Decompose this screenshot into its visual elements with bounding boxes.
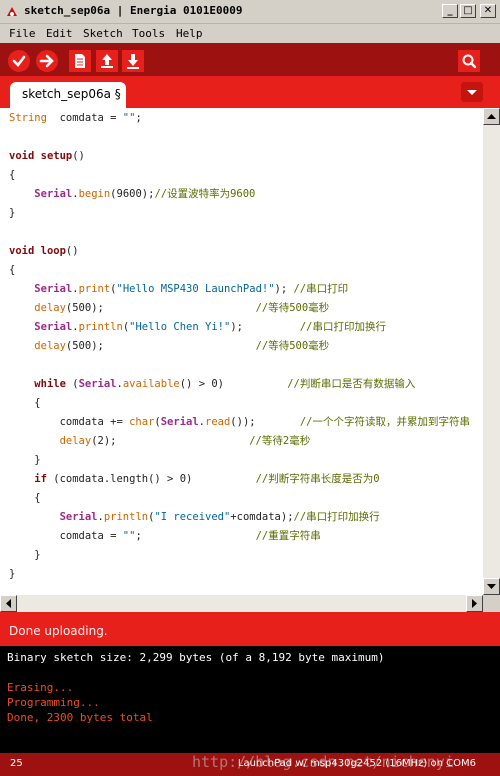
serial-monitor-button[interactable] xyxy=(458,50,480,72)
code-line: Serial.print("Hello MSP430 LaunchPad!");… xyxy=(34,283,349,295)
arrow-up-icon xyxy=(487,114,496,119)
code-line: comdata += char(Serial.read()); //一个个字符读… xyxy=(9,416,470,428)
vertical-scrollbar[interactable] xyxy=(483,108,500,595)
code-line: } xyxy=(9,207,16,219)
minimize-button[interactable]: _ xyxy=(442,4,458,18)
horizontal-scrollbar[interactable] xyxy=(0,595,483,612)
status-message: Done uploading. xyxy=(9,624,108,638)
code-line: while (Serial.available() > 0) //判断串口是否有… xyxy=(34,378,416,390)
line-number: 25 xyxy=(10,758,23,769)
save-icon xyxy=(127,54,139,69)
minimize-icon: _ xyxy=(447,5,453,16)
code-line: void setup() xyxy=(9,150,85,162)
scroll-right-button[interactable] xyxy=(466,595,483,612)
code-line: void loop() xyxy=(9,245,79,257)
code-line: Serial.println("I received"+comdata);//串… xyxy=(59,511,380,523)
title-bar: sketch_sep06a | Energia 0101E0009 _ □ ✕ xyxy=(0,0,500,24)
scroll-left-button[interactable] xyxy=(0,595,17,612)
code-line: Serial.println("Hello Chen Yi!"); //串口打印… xyxy=(34,321,387,333)
code-line: delay(500); //等待500毫秒 xyxy=(34,340,330,352)
close-icon: ✕ xyxy=(483,5,493,16)
code-editor[interactable]: String comdata = ""; void setup() { Serial… xyxy=(0,108,483,595)
open-icon xyxy=(101,54,113,68)
maximize-button[interactable]: □ xyxy=(460,4,476,18)
console-line: Programming... xyxy=(7,696,100,709)
menu-bar: File Edit Sketch Tools Help xyxy=(0,24,500,43)
menu-sketch[interactable]: Sketch xyxy=(83,27,123,40)
console-line: Binary sketch size: 2,299 bytes (of a 8,… xyxy=(7,651,385,664)
code-line: delay(2); //等待2毫秒 xyxy=(59,435,311,447)
upload-button[interactable] xyxy=(36,50,58,72)
new-icon xyxy=(75,54,85,68)
chevron-down-icon xyxy=(467,90,477,95)
energia-logo-icon xyxy=(7,7,17,16)
console-line: Done, 2300 bytes total xyxy=(7,711,153,724)
arrow-down-icon xyxy=(487,584,496,589)
menu-edit[interactable]: Edit xyxy=(46,27,73,40)
code-line: { xyxy=(9,264,16,276)
verify-icon xyxy=(12,55,26,67)
code-line: comdata = ""; //重置字符串 xyxy=(9,530,321,542)
menu-help[interactable]: Help xyxy=(176,27,203,40)
new-button[interactable] xyxy=(69,50,91,72)
code-line: Serial.begin(9600);//设置波特率为9600 xyxy=(34,188,256,200)
save-button[interactable] xyxy=(122,50,144,72)
serial-monitor-icon xyxy=(462,54,477,69)
code-line: { xyxy=(9,397,41,409)
arrow-left-icon xyxy=(6,599,11,608)
code-line: { xyxy=(9,169,16,181)
scrollbar-corner xyxy=(483,595,500,612)
menu-file[interactable]: File xyxy=(9,27,36,40)
code-line: String comdata = ""; xyxy=(9,112,142,124)
scroll-down-button[interactable] xyxy=(483,578,500,595)
status-bar: Done uploading. xyxy=(0,612,500,646)
code-line: { xyxy=(9,492,41,504)
verify-button[interactable] xyxy=(8,50,30,72)
upload-icon xyxy=(39,54,54,68)
tab-sketch[interactable]: sketch_sep06a § xyxy=(10,82,126,108)
code-line: } xyxy=(9,568,16,580)
scroll-up-button[interactable] xyxy=(483,108,500,125)
code-line: } xyxy=(9,454,41,466)
tab-bar: sketch_sep06a § xyxy=(0,76,500,108)
board-info: LaunchPad w/ msp430g2452 (16MHz) on COM6 xyxy=(237,758,476,769)
code-line: if (comdata.length() > 0) //判断字符串长度是否为0 xyxy=(34,473,380,485)
open-button[interactable] xyxy=(96,50,118,72)
window-title: sketch_sep06a | Energia 0101E0009 xyxy=(24,4,243,17)
menu-tools[interactable]: Tools xyxy=(132,27,165,40)
arrow-right-icon xyxy=(472,599,477,608)
code-line: } xyxy=(9,549,41,561)
console-line: Erasing... xyxy=(7,681,74,694)
toolbar xyxy=(0,43,500,76)
maximize-icon: □ xyxy=(463,5,473,16)
console-output[interactable]: Binary sketch size: 2,299 bytes (of a 8,… xyxy=(0,646,500,753)
code-line: delay(500); //等待500毫秒 xyxy=(34,302,330,314)
footer-bar: 25 http://blog.csdn.net/nichenyi LaunchP… xyxy=(0,753,500,776)
tab-menu-button[interactable] xyxy=(461,82,483,102)
close-button[interactable]: ✕ xyxy=(480,4,496,18)
